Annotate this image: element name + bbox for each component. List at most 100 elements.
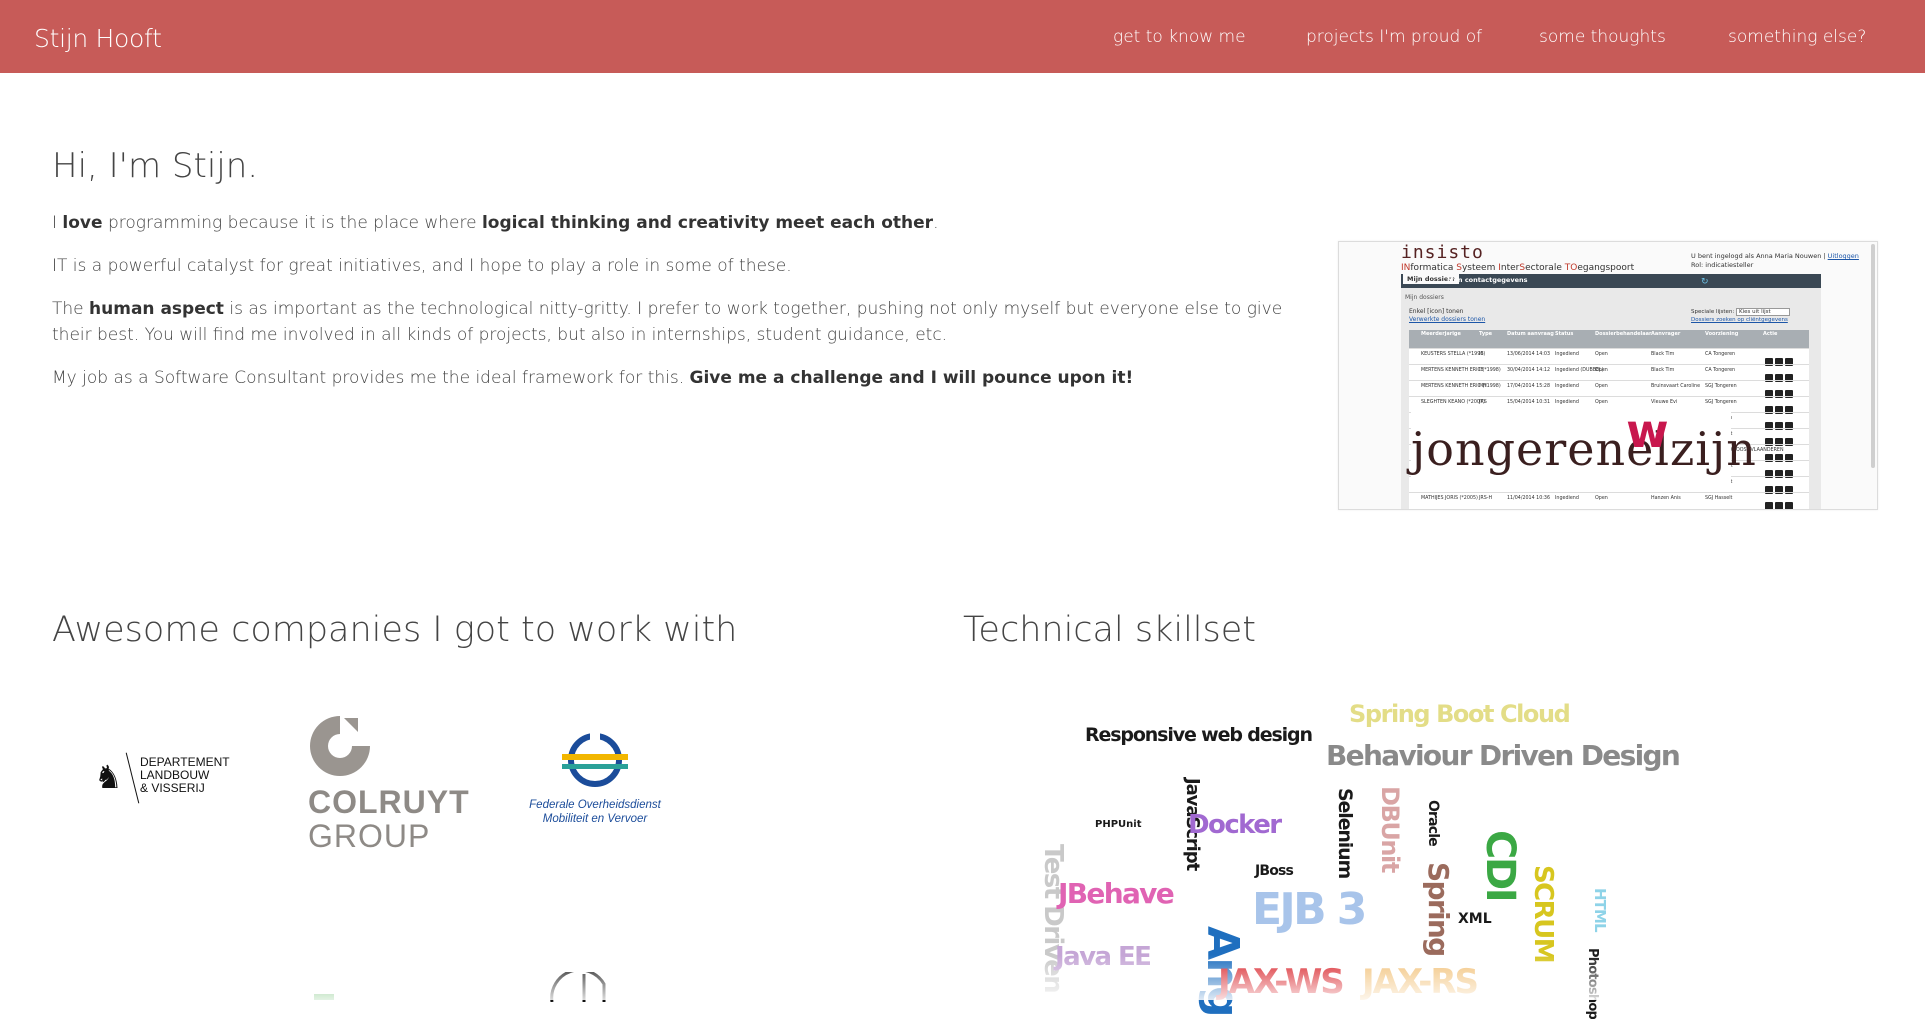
insisto-grid-cell: JRS (1479, 400, 1487, 405)
skill-word: EJB 3 (1252, 884, 1367, 935)
insisto-tabbar: Mijn dossiers Mijn contactgegevens ↻ (1401, 274, 1821, 288)
insisto-grid-cell: SGJ Tongeren (1705, 400, 1737, 405)
insisto-grid-cell: MN (1479, 384, 1487, 389)
intro-paragraph-1: I love programming because it is the pla… (52, 213, 939, 233)
insisto-filter: Enkel [icon] tonen Verwerkte dossiers ton… (1409, 308, 1486, 323)
insisto-caption: Mijn dossiers (1405, 294, 1444, 301)
insisto-grid-cell: CA Tongeren (1705, 352, 1736, 357)
insisto-grid-cell: SGJ Hasselt (1705, 496, 1733, 501)
skill-word: HTML (1591, 888, 1609, 932)
insisto-grid-cell: Black Tim (1651, 368, 1675, 373)
nav-get-to-know-me[interactable]: get to know me (1113, 27, 1246, 47)
insisto-grid-cell: MERTENS KENNETH ERIC (*1998) (1421, 368, 1501, 373)
insisto-grid-cell: Ingediend (1555, 496, 1579, 501)
skill-word: XML (1458, 911, 1492, 927)
nav-something-else[interactable]: something else? (1728, 27, 1866, 47)
skill-word: PHPUnit (1095, 819, 1142, 830)
insisto-grid-cell: Ingediend (1555, 352, 1579, 357)
intro-text: I love programming because it is the pla… (52, 210, 1312, 408)
insisto-grid-cell: 15/04/2014 10:31 (1507, 400, 1550, 405)
row-actions-icon[interactable] (1765, 479, 1799, 494)
insisto-grid-cell: 11/04/2014 10:36 (1507, 496, 1550, 501)
insisto-grid-cell: JRS-H (1479, 496, 1493, 501)
skill-word: JBoss (1255, 863, 1294, 879)
skill-word: Behaviour Driven Design (1326, 739, 1681, 772)
skill-word: JAX-RS (1362, 962, 1479, 1002)
insisto-subtitle: INformatica Systeem InterSectorale TOega… (1401, 263, 1635, 273)
skill-word: CDI (1477, 830, 1523, 901)
insisto-grid-cell: SLEGHTEN KEANO (*2007) (1421, 400, 1485, 405)
row-actions-icon[interactable] (1765, 415, 1799, 430)
intro-heading: Hi, I'm Stijn. (52, 146, 259, 186)
skill-word: Oracle (1425, 800, 1441, 846)
insisto-content: Mijn dossiers Enkel [icon] tonen Verwerkt… (1401, 288, 1821, 509)
logo-fod-mobiliteit: Federale Overheidsdienst Mobiliteit en V… (520, 730, 670, 830)
skill-word: Photoshop (1585, 948, 1600, 1019)
fod-e-icon (562, 730, 628, 787)
lion-icon: ♞ (94, 758, 123, 796)
top-navbar: Stijn Hooft get to know me projects I'm … (0, 0, 1925, 73)
insisto-grid-cell: Hanzen Anis (1651, 496, 1681, 501)
insisto-grid-cell: IB (1479, 368, 1484, 373)
project-screenshot: insisto INformatica Systeem InterSectora… (1338, 241, 1878, 510)
intro-paragraph-4: My job as a Software Consultant provides… (52, 368, 1134, 388)
insisto-grid-cell: IB (1479, 352, 1484, 357)
skill-word: Spring (1422, 862, 1455, 956)
insisto-grid-cell: Open (1595, 400, 1608, 405)
spinner-icon: ↻ (1701, 277, 1709, 287)
insisto-logo: insisto (1401, 242, 1484, 263)
logo-colruyt-group: COLRUYT GROUP (300, 714, 469, 854)
skill-word: Java EE (1055, 942, 1152, 972)
skills-heading: Technical skillset (963, 610, 1257, 650)
intro-paragraph-2: IT is a powerful catalyst for great init… (52, 256, 792, 276)
skill-word: SCRUM (1528, 865, 1558, 963)
partial-green-logo (314, 994, 334, 1000)
partial-logo-icon (550, 972, 606, 1002)
insisto-grid-cell: MATHIJES JORIS (*2005) (1421, 496, 1478, 501)
skill-word: Responsive web design (1085, 724, 1313, 746)
insisto-grid-cell: Open (1595, 368, 1608, 373)
skill-word: JBehave (1058, 877, 1175, 910)
screenshot-scrollbar (1871, 244, 1875, 468)
companies-heading: Awesome companies I got to work with (52, 610, 738, 650)
row-actions-icon[interactable] (1765, 383, 1799, 398)
row-actions-icon[interactable] (1765, 495, 1799, 509)
insisto-grid-cell: 30/04/2014 14:12 (1507, 368, 1550, 373)
logo-departement-landbouw: ♞ DEPARTEMENT LANDBOUW & VISSERIJ (94, 752, 234, 804)
insisto-grid-cell: Open (1595, 496, 1608, 501)
row-actions-icon[interactable] (1765, 463, 1799, 478)
insisto-grid-cell: CA Tongeren (1705, 368, 1736, 373)
skill-word: Docker (1188, 810, 1282, 840)
skill-word: JAX-WS (1218, 962, 1345, 1002)
insisto-grid-cell: Black Tim (1651, 352, 1675, 357)
insisto-grid-cell: Open (1595, 352, 1608, 357)
insisto-grid-header: Meerderjarige Type Datum aanvraag Status… (1409, 330, 1809, 348)
nav-some-thoughts[interactable]: some thoughts (1539, 27, 1666, 47)
skill-word: Spring Boot Cloud (1349, 700, 1571, 728)
insisto-grid-row[interactable]: KEUSTERS STELLA (*1996) IB 13/06/2014 14:0… (1409, 348, 1809, 366)
insisto-grid-cell: Ingediend (1555, 400, 1579, 405)
row-actions-icon[interactable] (1765, 447, 1799, 462)
row-actions-icon[interactable] (1765, 367, 1799, 382)
insisto-grid-row[interactable]: MERTENS KENNETH ERIC (*1998) IB 30/04/2014… (1409, 364, 1809, 382)
jongerenwelzijn-logo: jongeren w elzijn (1411, 408, 1756, 490)
insisto-grid-cell: Ingediend (1555, 384, 1579, 389)
skill-word: DBUnit (1376, 786, 1404, 872)
row-actions-icon[interactable] (1765, 399, 1799, 414)
insisto-grid-cell: SGJ Tongeren (1705, 384, 1737, 389)
insisto-tab-contact: Mijn contactgegevens (1447, 276, 1528, 284)
insisto-user-info: U bent ingelogd als Anna Maria Nouwen | … (1691, 252, 1859, 269)
insisto-grid-row[interactable]: MATHIJES JORIS (*2005) JRS-H 11/04/2014 10… (1409, 492, 1809, 509)
brand-link[interactable]: Stijn Hooft (34, 24, 162, 53)
insisto-grid-cell: Bruinsvaart Caroline (1651, 384, 1701, 389)
insisto-grid-cell: 13/06/2014 14:03 (1507, 352, 1550, 357)
nav-projects[interactable]: projects I'm proud of (1306, 27, 1482, 47)
insisto-grid-cell: 17/04/2014 15:28 (1507, 384, 1550, 389)
skill-word: Selenium (1334, 788, 1356, 879)
insisto-special-lists: Speciale lijsten: Kies uit lijst Dossiers… (1691, 308, 1790, 323)
row-actions-icon[interactable] (1765, 351, 1799, 366)
insisto-grid-cell: KEUSTERS STELLA (*1996) (1421, 352, 1486, 357)
insisto-grid-row[interactable]: MERTENS KENNETH ERIC (*1998) MN 17/04/2014… (1409, 380, 1809, 398)
row-actions-icon[interactable] (1765, 431, 1799, 446)
intro-paragraph-3: The human aspect is as important as the … (52, 299, 1283, 345)
